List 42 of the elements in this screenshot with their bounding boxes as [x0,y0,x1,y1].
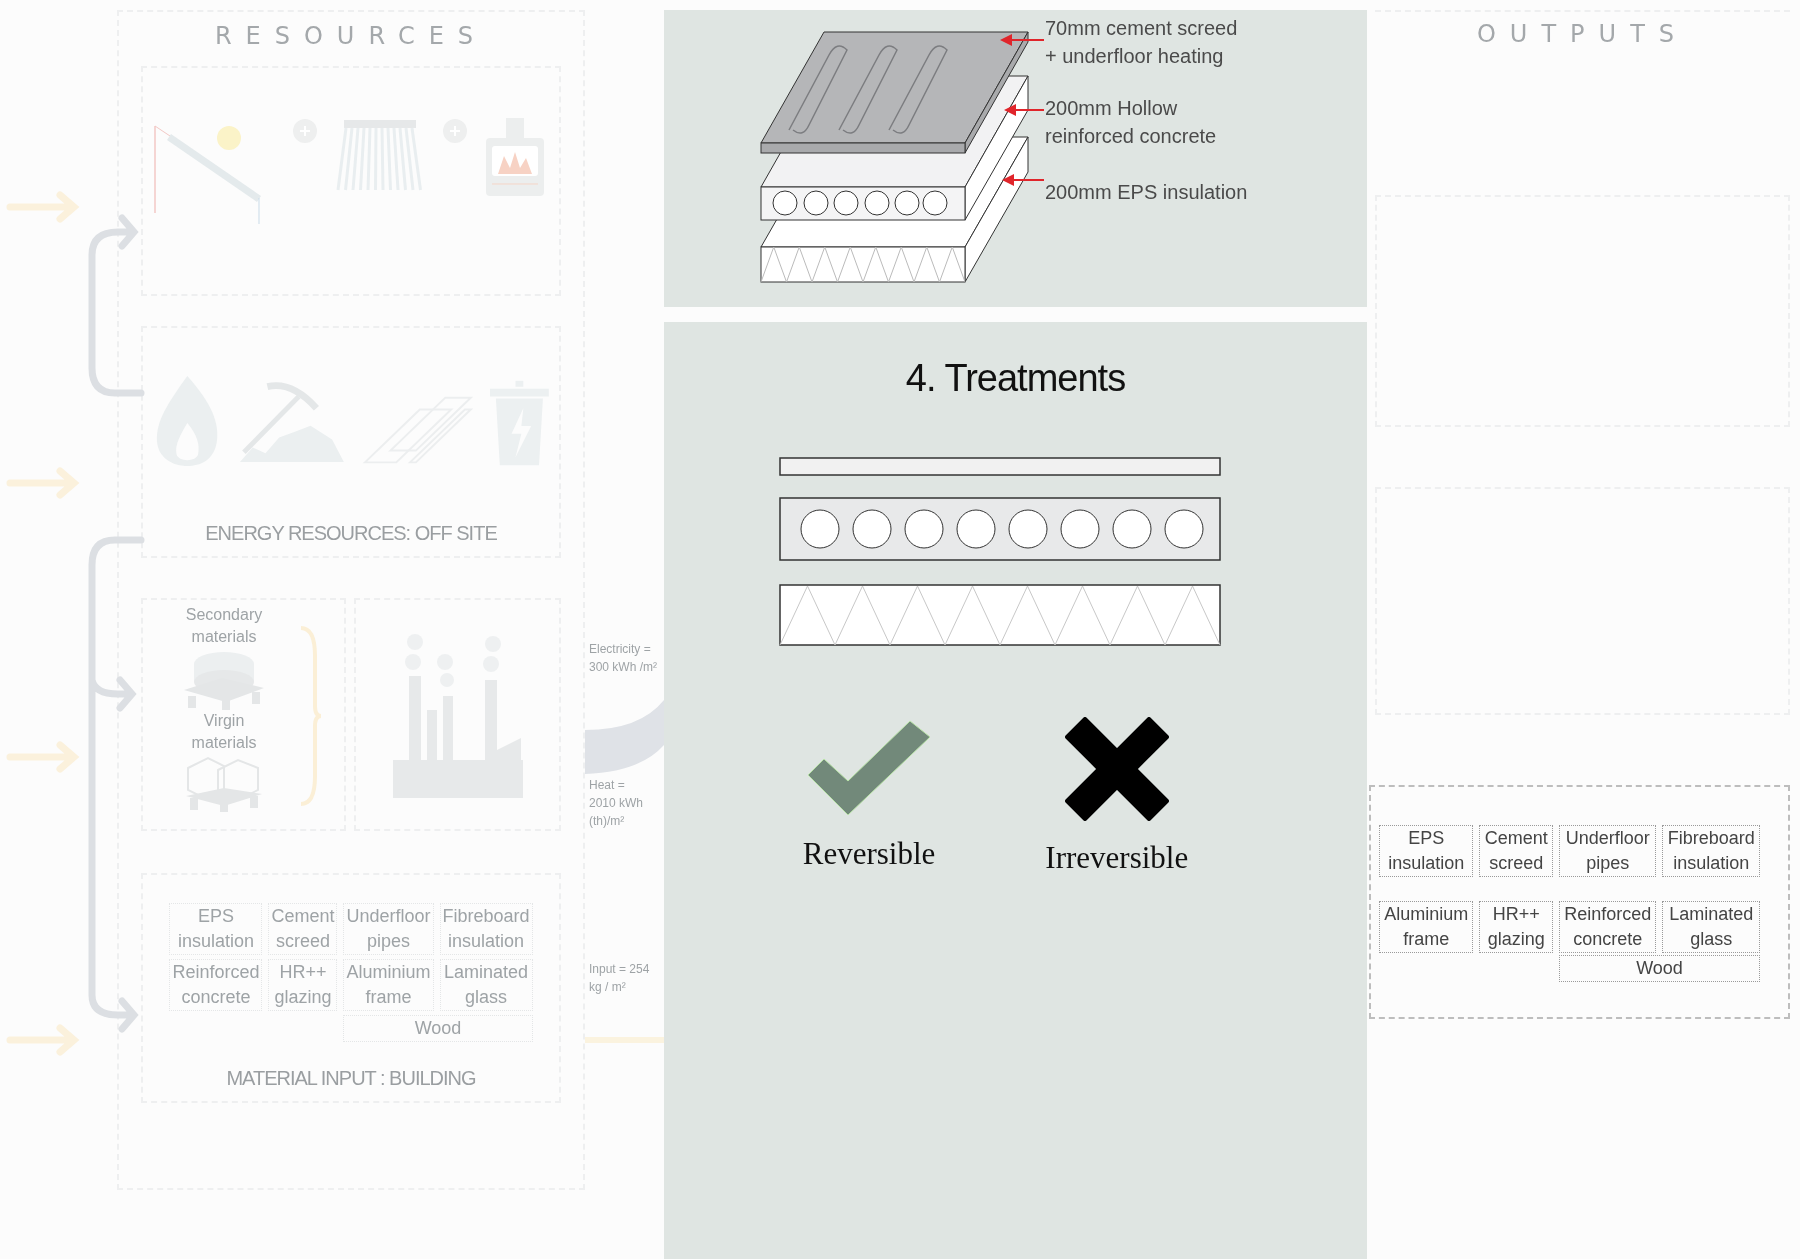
flow-label: Electricity = 300 kWh /m² [588,641,658,676]
leader-arrow [1002,174,1045,186]
section-label: MATERIAL INPUT : BUILDING [226,1066,476,1091]
material-tag: Underfloor pipes [343,903,434,955]
arrow-icon [6,467,80,499]
material-tag: Fibreboard insulation [439,903,533,955]
panel-title: 4. Treatments [905,356,1126,401]
brace-icon [299,626,323,806]
material-label: Secondary materials [185,605,263,647]
material-tag: Laminated glass [1662,901,1760,953]
material-tag: HR++ glazing [1479,901,1553,953]
section-label: ENERGY RESOURCES: OFF SITE [204,521,498,546]
layer-label: 200mm Hollow reinforced concrete [1045,96,1218,149]
material-tag: EPS insulation [169,903,263,955]
option-label: Irreversible [1045,839,1189,877]
arrow-icon [6,741,80,773]
cross-icon [1064,717,1169,821]
leader-arrow [1004,104,1045,116]
material-tag: Laminated glass [439,959,533,1011]
material-tag: HR++ glazing [268,959,338,1011]
material-tag: Wood [1558,955,1760,982]
material-tag: Reinforced concrete [1558,901,1657,953]
material-tag: Wood [343,1015,533,1042]
material-tag: Cement screed [268,903,338,955]
layer-label: 200mm EPS insulation [1045,180,1248,205]
leader-arrow [1000,34,1045,46]
flow-label: Heat = 2010 kWh (th)/m² [588,777,645,830]
material-tag: Aluminium frame [343,959,434,1011]
section-title: OUTPUTS [1375,10,1790,50]
flow-label: Input = 254 kg / m² [588,961,651,996]
material-tag: Aluminium frame [1379,901,1474,953]
section-title: RESOURCES [213,21,489,52]
material-label: Virgin materials [191,711,257,753]
arrow-icon [6,191,80,223]
material-tag: Underfloor pipes [1558,825,1657,877]
material-tag: Fibreboard insulation [1662,825,1760,877]
option-label: Reversible [802,835,936,873]
material-tag: Reinforced concrete [169,959,263,1011]
material-tag: EPS insulation [1379,825,1474,877]
material-tag: Cement screed [1479,825,1553,877]
layer-label: 70mm cement screed + underfloor heating [1045,16,1239,69]
arrow-icon [6,1024,80,1056]
